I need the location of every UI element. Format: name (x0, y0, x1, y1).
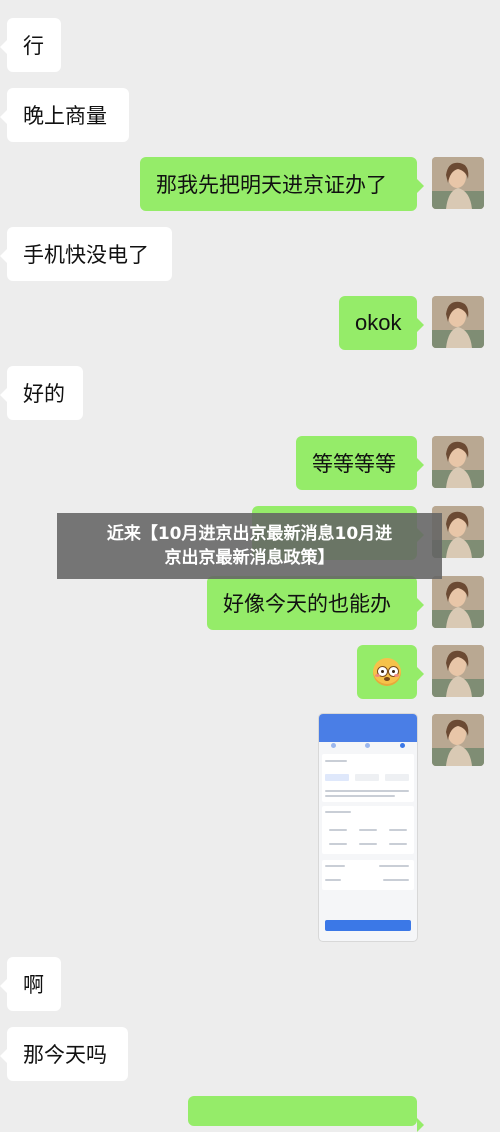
user-avatar[interactable] (432, 714, 484, 766)
message-text: 晚上商量 (23, 104, 107, 128)
message-text: 那今天吗 (23, 1043, 107, 1067)
message-text: 行 (23, 34, 44, 58)
message-bubble-sent[interactable]: 等等等等 (296, 436, 424, 490)
avatar-photo (432, 714, 484, 766)
message-bubble-sent[interactable] (357, 645, 424, 699)
user-avatar[interactable] (432, 157, 484, 209)
message-bubble-received[interactable]: 那今天吗 (0, 1027, 128, 1081)
step-dot (331, 743, 336, 748)
step-dot (365, 743, 370, 748)
headline-overlay: 近来【10月进京出京最新消息10月进 京出京最新消息政策】 (57, 513, 442, 579)
message-text: 那我先把明天进京证办了 (156, 173, 387, 197)
message-bubble-received[interactable]: 好的 (0, 366, 83, 420)
user-avatar[interactable] (432, 576, 484, 628)
message-text: 好的 (23, 382, 65, 406)
message-bubble-sent[interactable]: 那我先把明天进京证办了 (140, 157, 424, 211)
avatar-photo (432, 157, 484, 209)
screenshot-header (319, 714, 417, 742)
message-bubble-received[interactable]: 晚上商量 (0, 88, 129, 142)
flushed-face-icon (373, 658, 401, 686)
message-text: 啊 (23, 973, 44, 997)
avatar-photo (432, 296, 484, 348)
message-bubble-received[interactable]: 行 (0, 18, 61, 72)
user-avatar[interactable] (432, 436, 484, 488)
message-text: 好像今天的也能办 (223, 592, 391, 616)
headline-line-2: 京出京最新消息政策】 (164, 548, 335, 568)
user-avatar[interactable] (432, 296, 484, 348)
screenshot-submit-button (325, 920, 411, 931)
step-dot (400, 743, 405, 748)
avatar-photo (432, 576, 484, 628)
phone-screenshot-image[interactable] (319, 714, 417, 941)
user-avatar[interactable] (432, 645, 484, 697)
avatar-photo (432, 436, 484, 488)
message-text: 手机快没电了 (23, 243, 149, 267)
message-bubble-received[interactable]: 啊 (0, 957, 61, 1011)
message-bubble-sent[interactable]: okok (339, 296, 424, 350)
message-bubble-sent[interactable] (188, 1096, 424, 1132)
message-text: 等等等等 (312, 452, 396, 476)
message-text: okok (355, 310, 402, 335)
message-bubble-sent[interactable]: 好像今天的也能办 (207, 576, 424, 630)
avatar-photo (432, 645, 484, 697)
headline-line-1: 近来【10月进京出京最新消息10月进 (106, 524, 393, 544)
message-bubble-received[interactable]: 手机快没电了 (0, 227, 172, 281)
